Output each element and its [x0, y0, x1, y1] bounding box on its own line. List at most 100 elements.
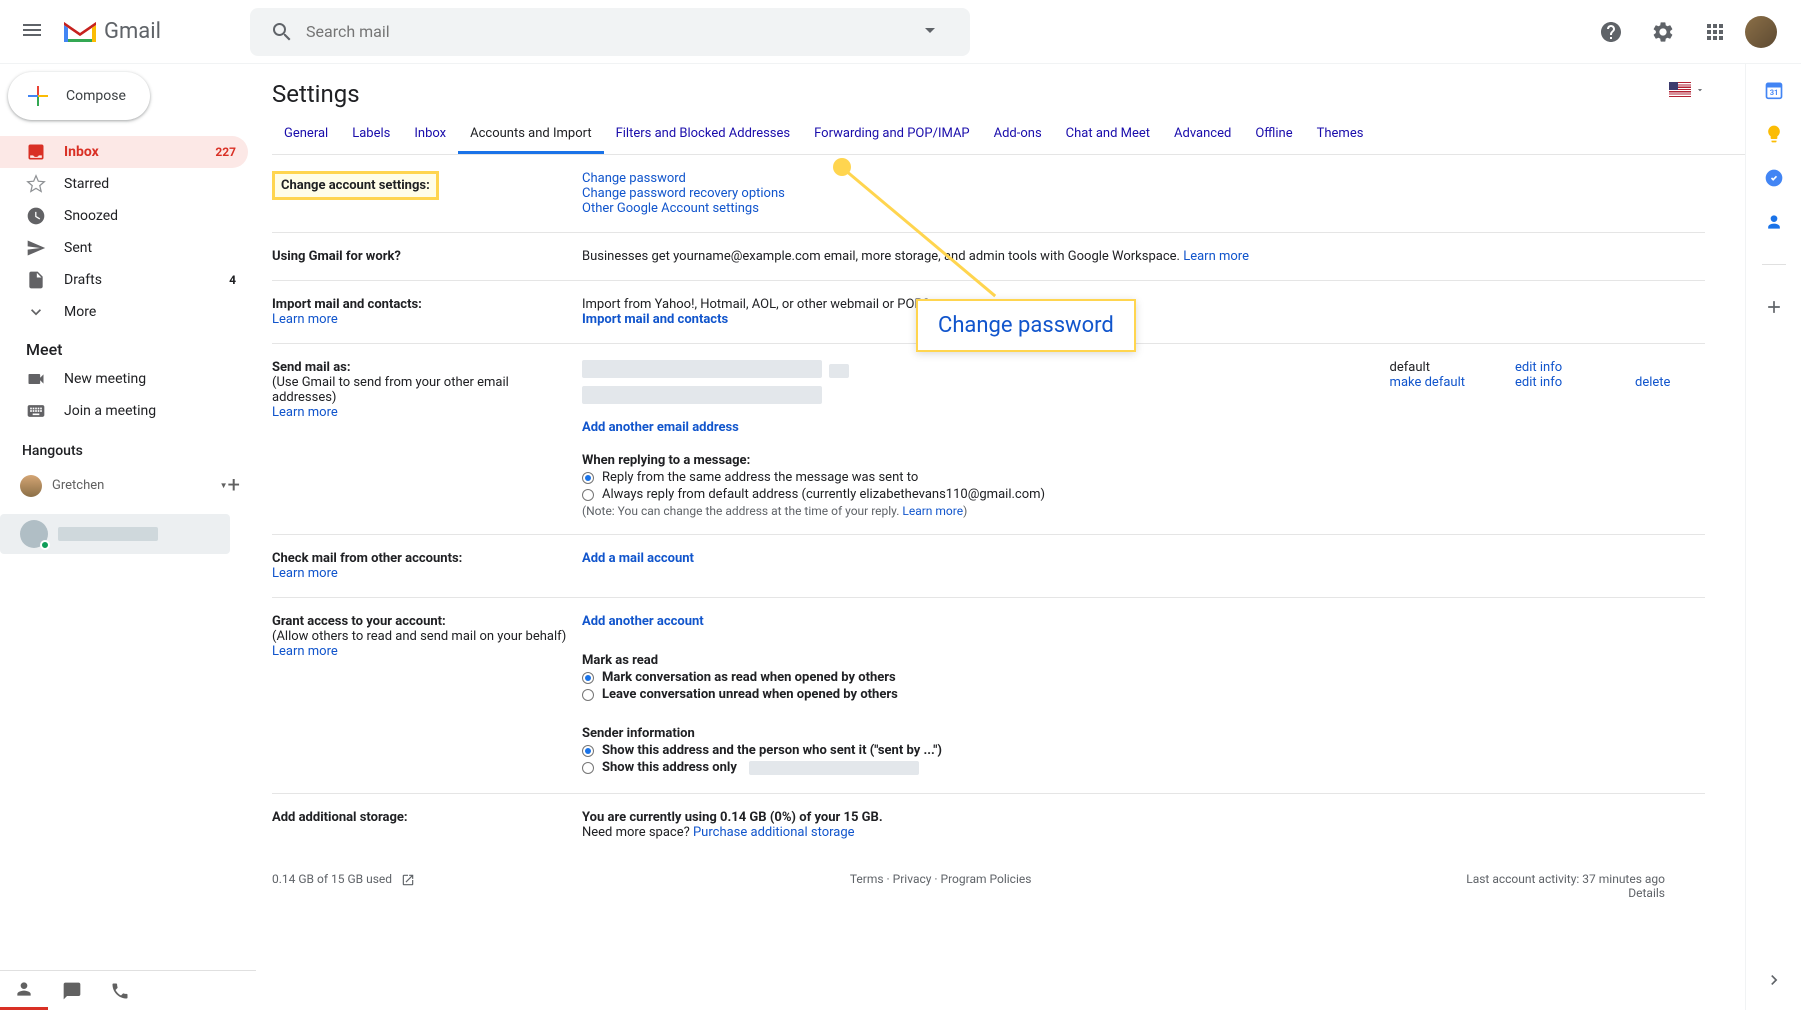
- nav-more[interactable]: More: [0, 296, 248, 328]
- hangouts-contact[interactable]: [0, 514, 230, 554]
- work-learn-more[interactable]: Learn more: [1183, 249, 1249, 264]
- settings-tabs: General Labels Inbox Accounts and Import…: [272, 116, 1745, 155]
- gmail-logo[interactable]: Gmail: [60, 17, 250, 47]
- leave-unread-radio[interactable]: Leave conversation unread when opened by…: [582, 687, 1705, 702]
- nav-snoozed[interactable]: Snoozed: [0, 200, 248, 232]
- tab-inbox[interactable]: Inbox: [402, 116, 458, 154]
- change-recovery-link[interactable]: Change password recovery options: [582, 186, 785, 201]
- check-mail-label: Check mail from other accounts:: [272, 551, 462, 566]
- footer-storage: 0.14 GB of 15 GB used: [272, 872, 392, 886]
- open-external-icon[interactable]: [401, 873, 415, 887]
- compose-button[interactable]: Compose: [8, 72, 150, 120]
- caret-down-icon: [1695, 85, 1705, 95]
- add-email-link[interactable]: Add another email address: [582, 420, 739, 435]
- meet-new[interactable]: New meeting: [0, 363, 248, 395]
- search-icon: [270, 20, 294, 44]
- import-learn-more[interactable]: Learn more: [272, 312, 338, 327]
- support-icon[interactable]: [1589, 10, 1633, 54]
- apps-grid-icon[interactable]: [1693, 10, 1737, 54]
- send-as-sub: (Use Gmail to send from your other email…: [272, 375, 509, 405]
- reply-note-learn[interactable]: Learn more: [902, 504, 963, 518]
- tab-labels[interactable]: Labels: [340, 116, 402, 154]
- annotation-dot: [833, 158, 851, 176]
- hangouts-phone-tab[interactable]: [96, 971, 144, 1010]
- tab-general[interactable]: General: [272, 116, 340, 154]
- tab-addons[interactable]: Add-ons: [982, 116, 1054, 154]
- hangouts-current-user[interactable]: Gretchen ▼ +: [0, 467, 256, 504]
- search-bar[interactable]: [250, 8, 970, 56]
- add-another-account-link[interactable]: Add another account: [582, 614, 704, 629]
- keep-icon[interactable]: [1764, 124, 1784, 144]
- mark-read-radio[interactable]: Mark conversation as read when opened by…: [582, 670, 1705, 685]
- tasks-icon[interactable]: [1764, 168, 1784, 188]
- reply-same-radio[interactable]: Reply from the same address the message …: [582, 470, 1705, 485]
- using-gmail-work-label: Using Gmail for work?: [272, 249, 401, 264]
- reply-default-radio[interactable]: Always reply from default address (curre…: [582, 487, 1705, 502]
- footer-details[interactable]: Details: [1628, 886, 1665, 900]
- gmail-wordmark: Gmail: [104, 19, 161, 44]
- footer-policies[interactable]: Program Policies: [941, 872, 1032, 886]
- contact-name-redacted: [58, 527, 158, 541]
- edit-info-2[interactable]: edit info: [1515, 375, 1562, 390]
- compose-plus-icon: [22, 80, 54, 112]
- send-learn-more[interactable]: Learn more: [272, 405, 338, 420]
- gmail-m-icon: [60, 17, 100, 47]
- language-selector[interactable]: [1669, 82, 1705, 97]
- nav-starred[interactable]: Starred: [0, 168, 248, 200]
- us-flag-icon: [1669, 82, 1691, 97]
- tab-accounts-import[interactable]: Accounts and Import: [458, 116, 603, 154]
- hangouts-contacts-tab[interactable]: [0, 971, 48, 1010]
- settings-gear-icon[interactable]: [1641, 10, 1685, 54]
- meet-join[interactable]: Join a meeting: [0, 395, 248, 427]
- hide-panel-icon[interactable]: [1764, 970, 1784, 990]
- tab-themes[interactable]: Themes: [1305, 116, 1376, 154]
- delete-link[interactable]: delete: [1635, 375, 1670, 390]
- nav-sent[interactable]: Sent: [0, 232, 248, 264]
- hangouts-chat-tab[interactable]: [48, 971, 96, 1010]
- redacted-badge: [829, 364, 849, 378]
- nav-inbox[interactable]: Inbox 227: [0, 136, 248, 168]
- edit-info-1[interactable]: edit info: [1515, 360, 1562, 375]
- redacted-email-2: [582, 386, 822, 404]
- check-learn-more[interactable]: Learn more: [272, 566, 338, 581]
- clock-icon: [26, 206, 46, 226]
- grant-sub: (Allow others to read and send mail on y…: [272, 629, 566, 644]
- main-menu-button[interactable]: [8, 6, 56, 58]
- add-contact-button[interactable]: +: [228, 473, 240, 498]
- expand-icon: [26, 302, 46, 322]
- video-icon: [26, 369, 46, 389]
- footer-terms[interactable]: Terms: [850, 872, 884, 886]
- account-avatar[interactable]: [1745, 16, 1777, 48]
- hamburger-icon: [20, 18, 44, 42]
- search-options-button[interactable]: [898, 10, 962, 54]
- import-mail-contacts-link[interactable]: Import mail and contacts: [582, 312, 728, 327]
- show-address-person-radio[interactable]: Show this address and the person who sen…: [582, 743, 1705, 758]
- svg-text:31: 31: [1769, 88, 1778, 97]
- calendar-icon[interactable]: 31: [1764, 80, 1784, 100]
- footer-privacy[interactable]: Privacy: [893, 872, 932, 886]
- tab-offline[interactable]: Offline: [1243, 116, 1304, 154]
- nav-drafts[interactable]: Drafts 4: [0, 264, 248, 296]
- caret-down-icon: ▼: [220, 481, 228, 490]
- caret-down-icon: [918, 18, 942, 42]
- contacts-icon[interactable]: [1764, 212, 1784, 232]
- add-mail-account-link[interactable]: Add a mail account: [582, 551, 694, 566]
- keyboard-icon: [26, 401, 46, 421]
- inbox-icon: [26, 142, 46, 162]
- tab-filters[interactable]: Filters and Blocked Addresses: [604, 116, 803, 154]
- tab-advanced[interactable]: Advanced: [1162, 116, 1243, 154]
- presence-dot: [40, 540, 50, 550]
- add-addon-icon[interactable]: [1764, 297, 1784, 317]
- make-default-link[interactable]: make default: [1390, 375, 1465, 390]
- other-account-settings-link[interactable]: Other Google Account settings: [582, 201, 759, 216]
- page-title: Settings: [272, 80, 1745, 108]
- search-input[interactable]: [306, 22, 898, 41]
- show-address-only-radio[interactable]: Show this address only: [582, 760, 1705, 775]
- tab-forwarding[interactable]: Forwarding and POP/IMAP: [802, 116, 982, 154]
- star-icon: [26, 174, 46, 194]
- tab-chat-meet[interactable]: Chat and Meet: [1054, 116, 1162, 154]
- purchase-storage-link[interactable]: Purchase additional storage: [693, 825, 855, 840]
- change-password-link[interactable]: Change password: [582, 171, 686, 186]
- grant-learn-more[interactable]: Learn more: [272, 644, 338, 659]
- redacted-email-1: [582, 360, 822, 378]
